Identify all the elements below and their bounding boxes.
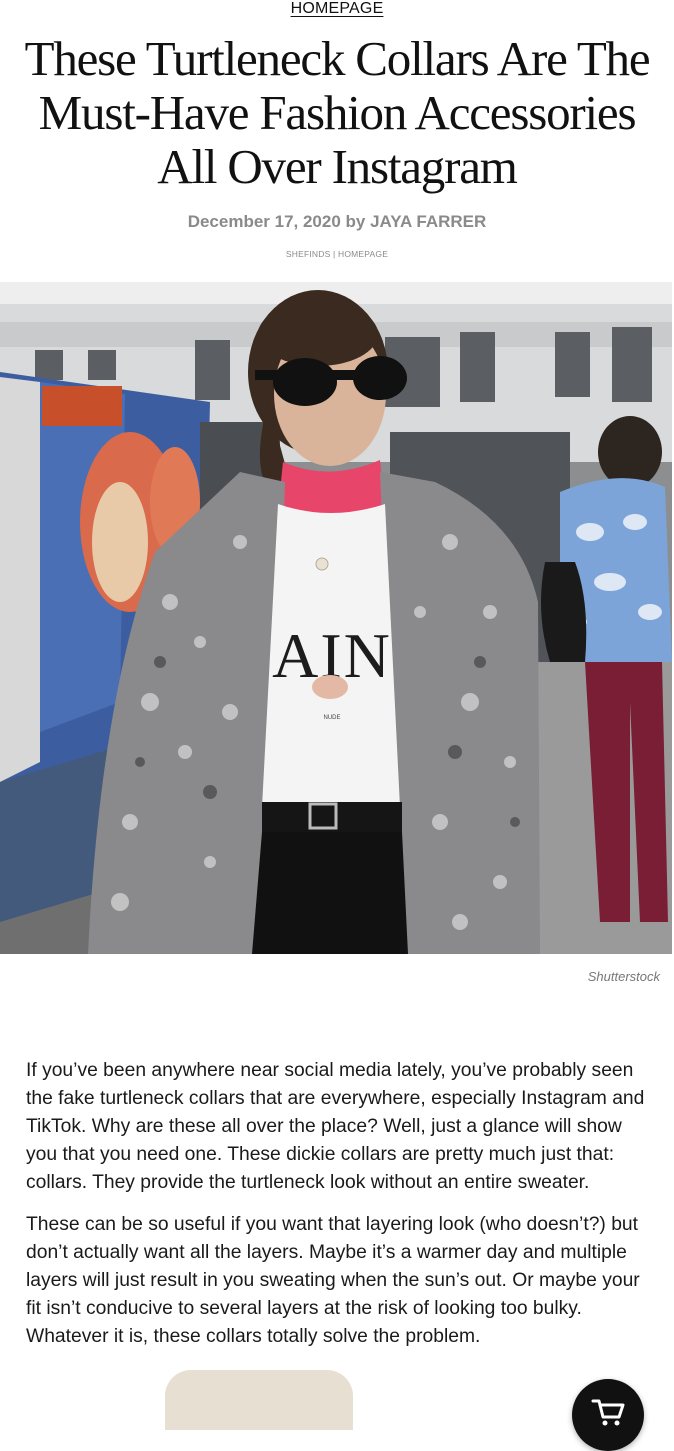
shirt-small-print: NUDE bbox=[323, 715, 340, 721]
image-credit: Shutterstock bbox=[587, 969, 660, 984]
category-link[interactable]: HOMEPAGE bbox=[0, 0, 674, 18]
category-label[interactable]: HOMEPAGE bbox=[291, 0, 384, 17]
shopping-cart-icon bbox=[591, 1397, 625, 1432]
article-body: If you’ve been anywhere near social medi… bbox=[26, 1057, 658, 1365]
article-byline: December 17, 2020 by JAYA FARRER bbox=[187, 212, 487, 231]
article-paragraph: These can be so useful if you want that … bbox=[26, 1214, 640, 1347]
cart-button[interactable] bbox=[572, 1379, 644, 1451]
article-tags[interactable]: SHEFINDS | HOMEPAGE bbox=[0, 249, 674, 259]
article-paragraph: If you’ve been anywhere near social medi… bbox=[26, 1060, 645, 1193]
hero-image: AIN NUDE bbox=[0, 282, 672, 954]
product-image[interactable] bbox=[165, 1370, 353, 1430]
article-title: These Turtleneck Collars Are The Must-Ha… bbox=[24, 31, 651, 194]
